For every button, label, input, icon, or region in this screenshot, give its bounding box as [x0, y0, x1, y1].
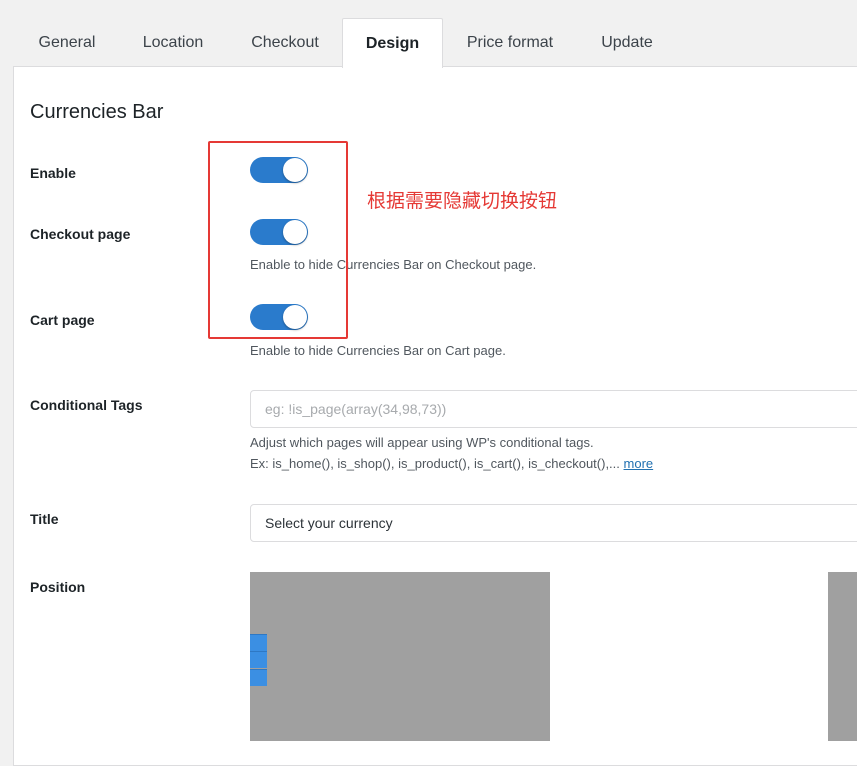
annotation-highlight-box [208, 141, 348, 339]
tab-checkout[interactable]: Checkout [236, 18, 334, 67]
conditional-tags-examples: Ex: is_home(), is_shop(), is_product(), … [250, 456, 620, 471]
conditional-tags-description: Adjust which pages will appear using WP'… [250, 432, 653, 474]
title-label: Title [30, 511, 59, 527]
tab-general[interactable]: General [20, 18, 114, 67]
annotation-note: 根据需要隐藏切换按钮 [367, 190, 558, 212]
more-link[interactable]: more [624, 456, 654, 471]
checkout-page-label: Checkout page [30, 226, 131, 242]
position-bar-block [250, 634, 267, 651]
conditional-tags-help-line1: Adjust which pages will appear using WP'… [250, 435, 594, 450]
title-input[interactable] [250, 504, 857, 542]
tab-location[interactable]: Location [126, 18, 220, 67]
conditional-tags-input[interactable] [250, 390, 857, 428]
tab-update[interactable]: Update [582, 18, 672, 67]
position-label: Position [30, 579, 86, 595]
conditional-tags-help-line2: Ex: is_home(), is_shop(), is_product(), … [250, 453, 653, 474]
position-option-left[interactable] [250, 572, 550, 741]
conditional-tags-label: Conditional Tags [30, 397, 143, 413]
tab-price-format[interactable]: Price format [455, 18, 565, 67]
cart-page-description: Enable to hide Currencies Bar on Cart pa… [250, 343, 506, 358]
settings-tabs: General Location Checkout Design Price f… [0, 0, 857, 68]
tab-design[interactable]: Design [342, 18, 443, 68]
position-bar-block [250, 669, 267, 686]
position-option-right[interactable] [828, 572, 857, 741]
section-title: Currencies Bar [30, 101, 164, 123]
position-bar-block [250, 651, 267, 668]
cart-page-label: Cart page [30, 312, 95, 328]
enable-label: Enable [30, 165, 76, 181]
